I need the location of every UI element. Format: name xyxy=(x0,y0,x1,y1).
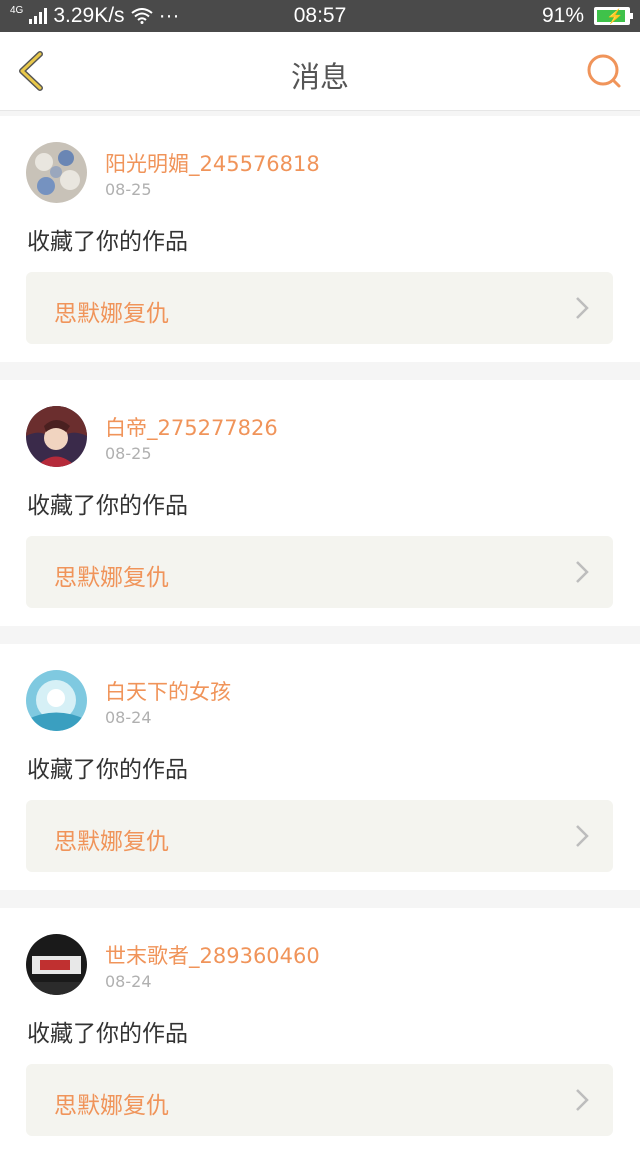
nav-bar: 消息 xyxy=(0,32,640,111)
work-link[interactable]: 思默娜复仇 xyxy=(26,272,613,344)
message-action: 收藏了你的作品 xyxy=(27,493,188,519)
status-bar: 4G 3.29K/s ··· 08:57 91% ⚡ xyxy=(0,0,640,32)
message-date: 08-24 xyxy=(105,972,152,991)
chevron-right-icon xyxy=(576,561,589,583)
battery-icon: ⚡ xyxy=(594,7,633,25)
username[interactable]: 白帝_275277826 xyxy=(105,412,278,442)
message-action: 收藏了你的作品 xyxy=(27,757,188,783)
message-date: 08-25 xyxy=(105,180,152,199)
avatar[interactable] xyxy=(26,142,87,203)
avatar-anime-icon xyxy=(26,406,87,467)
page-title: 消息 xyxy=(290,60,349,94)
message-action: 收藏了你的作品 xyxy=(27,1021,188,1047)
avatar[interactable] xyxy=(26,670,87,731)
message-card: 世末歌者_289360460 08-24 收藏了你的作品 思默娜复仇 xyxy=(0,908,640,1154)
username[interactable]: 阳光明媚_245576818 xyxy=(105,148,320,178)
work-link[interactable]: 思默娜复仇 xyxy=(26,800,613,872)
work-title: 思默娜复仇 xyxy=(54,301,169,327)
message-date: 08-25 xyxy=(105,444,152,463)
avatar[interactable] xyxy=(26,934,87,995)
message-card: 阳光明媚_245576818 08-25 收藏了你的作品 思默娜复仇 xyxy=(0,116,640,362)
battery-percent: 91% xyxy=(541,4,584,27)
username[interactable]: 世末歌者_289360460 xyxy=(105,940,320,970)
message-card: 白天下的女孩 08-24 收藏了你的作品 思默娜复仇 xyxy=(0,644,640,890)
username[interactable]: 白天下的女孩 xyxy=(105,676,231,706)
search-icon[interactable] xyxy=(584,52,624,92)
avatar-blue-icon xyxy=(26,670,87,731)
chevron-right-icon xyxy=(576,825,589,847)
avatar[interactable] xyxy=(26,406,87,467)
message-card: 白帝_275277826 08-25 收藏了你的作品 思默娜复仇 xyxy=(0,380,640,626)
work-title: 思默娜复仇 xyxy=(54,829,169,855)
avatar-pattern-icon xyxy=(26,142,87,203)
work-title: 思默娜复仇 xyxy=(54,565,169,591)
message-action: 收藏了你的作品 xyxy=(27,229,188,255)
work-link[interactable]: 思默娜复仇 xyxy=(26,536,613,608)
work-link[interactable]: 思默娜复仇 xyxy=(26,1064,613,1136)
avatar-dark-icon xyxy=(26,934,87,995)
chevron-right-icon xyxy=(576,297,589,319)
chevron-right-icon xyxy=(576,1089,589,1111)
message-date: 08-24 xyxy=(105,708,152,727)
work-title: 思默娜复仇 xyxy=(54,1093,169,1119)
status-right: 91% ⚡ xyxy=(541,4,633,28)
